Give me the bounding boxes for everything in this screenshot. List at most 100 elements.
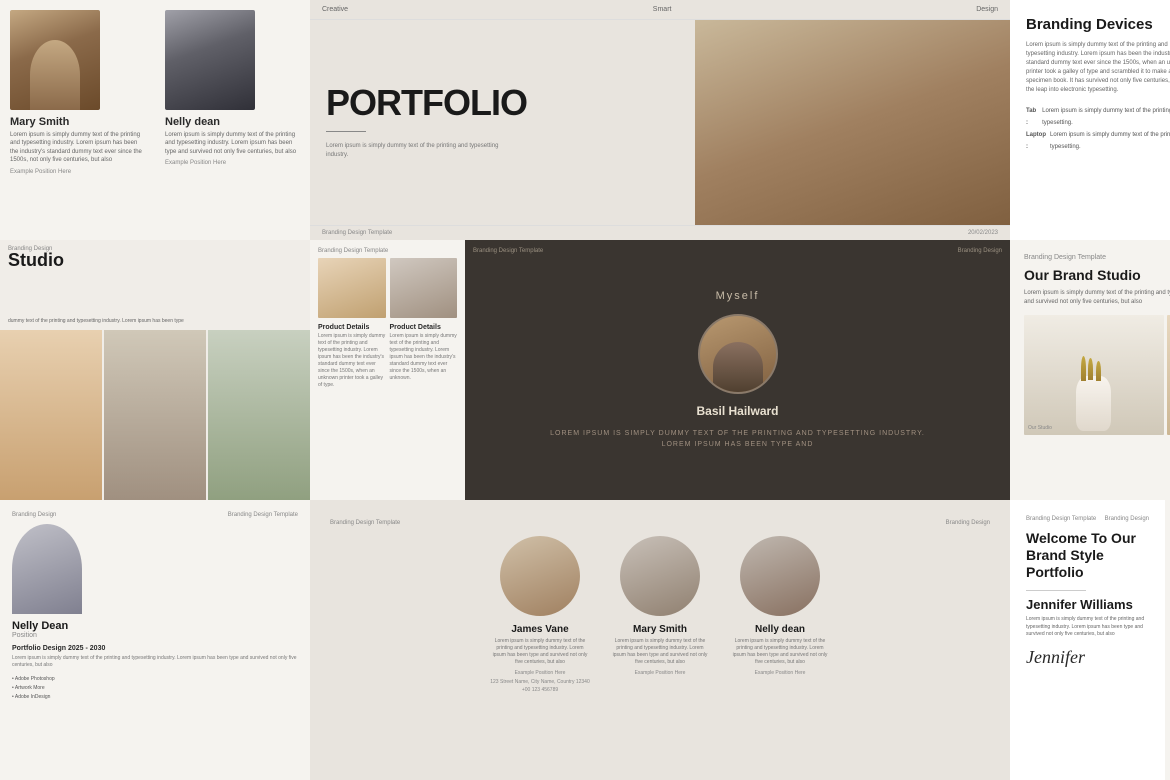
mary2-position: Example Position Here: [635, 670, 686, 676]
branding-tab-label: Tab :: [1026, 105, 1038, 129]
welcome-header-left: Branding Design Template: [1026, 516, 1096, 522]
welcome-header: Branding Design Template Branding Design: [1026, 516, 1149, 522]
james-name: James Vane: [511, 624, 568, 635]
myself-quote: LOREM IPSUM IS SIMPLY DUMMY TEXT OF THE …: [550, 428, 925, 450]
product2-title: Product Details: [390, 324, 458, 331]
mary-photo: [10, 10, 100, 110]
nelly-bottom-name: Nelly Dean: [12, 620, 298, 632]
product-image-1: [318, 258, 386, 318]
branding-tab-desc: Lorem ipsum is simply dummy text of the …: [1042, 105, 1170, 129]
welcome-desc: Lorem ipsum is simply dummy text of the …: [1026, 616, 1149, 639]
branding-laptop-desc: Lorem ipsum is simply dummy text of the …: [1050, 129, 1170, 153]
main-grid: Mary Smith Lorem ipsum is simply dummy t…: [0, 0, 1170, 780]
card-products: Branding Design Template Product Details…: [310, 240, 465, 500]
myself-avatar: [698, 314, 778, 394]
mary2-name: Mary Smith: [633, 624, 687, 635]
card-jennifer: Branding Des Lorem ipsum is simply dummy…: [1165, 500, 1170, 780]
brand-studio-image-1: Our Studio: [1024, 315, 1164, 435]
welcome-name: Jennifer Williams: [1026, 597, 1149, 612]
nelly-bottom-header-right: Branding Design Template: [228, 512, 298, 518]
portfolio-footer: Branding Design Template 20/02/2023: [310, 225, 1010, 240]
nelly-top-position: Example Position Here: [165, 160, 300, 166]
team-header-left: Branding Design Template: [330, 520, 400, 526]
james-address: 123 Street Name, City Name, Country 1234…: [490, 678, 590, 694]
product-image-2: [390, 258, 458, 318]
products-grid: [318, 258, 457, 318]
our-studio-label: Our Studio: [1028, 425, 1052, 431]
portfolio-header-design: Design: [976, 6, 998, 13]
nelly-bottom-photo: [12, 524, 82, 614]
portfolio-footer-left: Branding Design Template: [322, 230, 392, 236]
branding-laptop-label: Laptop :: [1026, 129, 1046, 153]
product1-title: Product Details: [318, 324, 386, 331]
mary2-avatar: [620, 536, 700, 616]
nelly2-desc: Lorem ipsum is simply dummy text of the …: [730, 638, 830, 666]
nelly-bottom-position: Position: [12, 632, 298, 639]
james-street: 123 Street Name, City Name, Country 1234…: [490, 678, 590, 686]
team-members: James Vane Lorem ipsum is simply dummy t…: [490, 536, 830, 694]
brand-studio-images: Our Studio Lorem ipsum is simply dummy t…: [1024, 315, 1170, 435]
product2-desc: Lorem ipsum is simply dummy text of the …: [390, 333, 458, 382]
card-myself: Branding Design Template Branding Design…: [465, 240, 1010, 500]
products-header: Branding Design Template: [318, 248, 457, 254]
welcome-title: Welcome To Our Brand Style Portfolio: [1026, 530, 1149, 580]
portfolio-header-smart: Smart: [653, 6, 672, 13]
product-detail-1: Product Details Lorem ipsum is simply du…: [318, 324, 386, 389]
nelly2-avatar: [740, 536, 820, 616]
myself-quote-line2: LOREM IPSUM HAS BEEN TYPE AND: [550, 439, 925, 450]
nelly-bottom-header-left: Branding Design: [12, 512, 56, 518]
card-portfolio: Creative Smart Design PORTFOLIO Lorem ip…: [310, 0, 1010, 240]
studio-left-title: Studio: [8, 250, 64, 271]
myself-section-title: Myself: [716, 290, 760, 302]
branding-devices-title: Branding Devices: [1026, 16, 1170, 33]
branding-devices-desc: Lorem ipsum is simply dummy text of the …: [1026, 41, 1170, 95]
team-member-nelly2: Nelly dean Lorem ipsum is simply dummy t…: [730, 536, 830, 694]
skill-photoshop: Adobe Photoshop: [12, 675, 298, 684]
portfolio-left: PORTFOLIO Lorem ipsum is simply dummy te…: [310, 20, 695, 225]
product-detail-2: Product Details Lorem ipsum is simply du…: [390, 324, 458, 389]
studio-desc-text: dummy text of the printing and typesetti…: [8, 318, 302, 325]
studio-image-3: [208, 330, 310, 500]
mary-name: Mary Smith: [10, 116, 145, 128]
mary-desc: Lorem ipsum is simply dummy text of the …: [10, 131, 145, 165]
nelly-top-photo: [165, 10, 255, 110]
studio-images: [0, 330, 310, 500]
portfolio-divider: [326, 131, 366, 132]
card-nelly-bottom: Branding Design Branding Design Template…: [0, 500, 310, 780]
team-member-james: James Vane Lorem ipsum is simply dummy t…: [490, 536, 590, 694]
portfolio-desc: Lorem ipsum is simply dummy text of the …: [326, 142, 506, 160]
card-team: Branding Design Template Branding Design…: [310, 500, 1010, 780]
team-member-mary: Mary Smith Lorem ipsum is simply dummy t…: [610, 536, 710, 694]
james-desc: Lorem ipsum is simply dummy text of the …: [490, 638, 590, 666]
mary2-desc: Lorem ipsum is simply dummy text of the …: [610, 638, 710, 666]
brand-studio-image-2: Lorem ipsum is simply dummy text of the …: [1167, 315, 1170, 435]
nelly-top-name: Nelly dean: [165, 116, 300, 128]
card-studio-left: Branding Design Studio dummy text of the…: [0, 240, 310, 500]
nelly2-position: Example Position Here: [755, 670, 806, 676]
studio-image-1: [0, 330, 102, 500]
skill-indesign: Adobe InDesign: [12, 693, 298, 702]
james-avatar: [500, 536, 580, 616]
branding-devices-items: Tab : Lorem ipsum is simply dummy text o…: [1026, 105, 1170, 153]
myself-quote-line1: LOREM IPSUM IS SIMPLY DUMMY TEXT OF THE …: [550, 428, 925, 439]
brand-studio-desc: Lorem ipsum is simply dummy text of the …: [1024, 289, 1170, 307]
card-branding-devices: Branding Devices Lorem ipsum is simply d…: [1010, 0, 1170, 240]
james-phone: +00 123 456789: [490, 686, 590, 694]
team-header: Branding Design Template Branding Design: [330, 520, 990, 526]
portfolio-header-creative: Creative: [322, 6, 348, 13]
wheat-stem-3: [1096, 361, 1101, 381]
brand-studio-header-left: Branding Design Template: [1024, 254, 1106, 261]
skill-artwork: Artwork More: [12, 684, 298, 693]
card-nelly-top: Nelly dean Lorem ipsum is simply dummy t…: [155, 0, 310, 240]
card-brand-studio: Branding Design Template Branding Design…: [1010, 240, 1170, 500]
products-details: Product Details Lorem ipsum is simply du…: [318, 324, 457, 389]
myself-header-left: Branding Design Template: [473, 248, 543, 254]
portfolio-footer-right: 20/02/2023: [968, 230, 998, 236]
portfolio-person-image: [695, 20, 1010, 225]
vase: [1076, 376, 1111, 431]
card-welcome: Branding Design Template Branding Design…: [1010, 500, 1165, 780]
studio-text-container: Lorem ipsum is simply dummy text of the …: [1167, 359, 1170, 392]
team-header-right: Branding Design: [946, 520, 990, 526]
wheat-stem-1: [1081, 356, 1086, 381]
portfolio-main: PORTFOLIO Lorem ipsum is simply dummy te…: [310, 20, 1010, 225]
